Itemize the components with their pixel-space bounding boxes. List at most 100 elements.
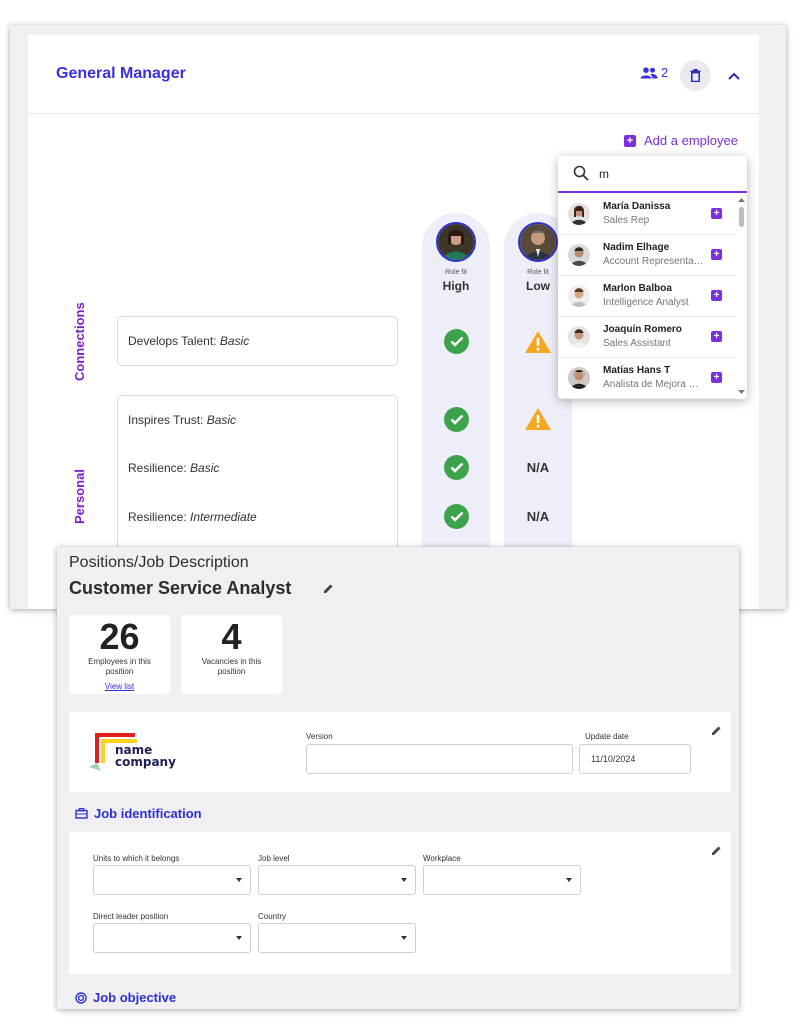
employee-avatar[interactable]	[436, 222, 476, 262]
units-select[interactable]	[93, 865, 251, 895]
skill-name: Inspires Trust:	[128, 413, 207, 427]
add-icon[interactable]: +	[711, 331, 722, 342]
skill-level: Basic	[219, 334, 250, 348]
skill-level: Basic	[190, 461, 220, 475]
avatar	[568, 203, 590, 225]
vacancies-stat-card: 4 Vacancies in this position	[181, 615, 282, 694]
company-logo-line2: company	[113, 755, 178, 769]
position-title: General Manager	[56, 65, 186, 82]
check-circle-icon	[444, 407, 469, 432]
page-title: Customer Service Analyst	[69, 578, 292, 598]
search-input[interactable]: m	[599, 167, 609, 181]
dropdown-scrollbar[interactable]	[736, 196, 747, 399]
people-count-value: 2	[661, 65, 669, 80]
add-employee-button[interactable]: + Add a employee	[624, 133, 738, 148]
add-icon[interactable]: +	[711, 290, 722, 301]
people-icon	[640, 66, 658, 78]
avatar	[568, 285, 590, 307]
add-icon[interactable]: +	[711, 249, 722, 260]
avatar	[568, 367, 590, 389]
skill-resilience-intermediate: Resilience: Intermediate	[128, 510, 257, 524]
result-name: Marlon Balboa	[603, 283, 672, 294]
employee-avatar[interactable]	[518, 222, 558, 262]
job-level-select[interactable]	[258, 865, 416, 895]
job-objective-title: Job objective	[93, 990, 177, 1005]
warning-icon	[524, 407, 552, 436]
dropdown-arrow-icon	[566, 878, 572, 882]
edit-title-button[interactable]	[323, 581, 334, 599]
list-item[interactable]: María Danissa Sales Rep +	[558, 194, 736, 235]
avatar	[568, 244, 590, 266]
country-select[interactable]	[258, 923, 416, 953]
result-role: Sales Assistant	[603, 338, 671, 349]
breadcrumb: Positions/Job Description	[69, 554, 249, 571]
warning-icon	[524, 330, 552, 359]
job-description-panel: Positions/Job Description Customer Servi…	[57, 547, 739, 1009]
check-circle-icon	[444, 455, 469, 480]
scroll-down-arrow-icon[interactable]	[736, 388, 747, 396]
scrollbar-thumb[interactable]	[739, 207, 744, 227]
edit-info-button[interactable]	[711, 723, 722, 741]
add-icon[interactable]: +	[711, 208, 722, 219]
workplace-select[interactable]	[423, 865, 581, 895]
people-count-button[interactable]: 2	[640, 65, 668, 80]
result-name: Matías Hans T	[603, 365, 671, 376]
pencil-icon	[712, 726, 721, 735]
avatar-photo-icon	[520, 224, 556, 260]
employee-search-field[interactable]: m	[558, 156, 747, 193]
edit-job-identification-button[interactable]	[711, 843, 722, 861]
check-circle-icon	[444, 329, 469, 354]
skill-level: Basic	[206, 413, 237, 427]
direct-leader-select[interactable]	[93, 923, 251, 953]
list-item[interactable]: Marlon Balboa Intelligence Analyst +	[558, 276, 736, 317]
skill-resilience-basic: Resilience: Basic	[128, 461, 219, 475]
scroll-up-arrow-icon[interactable]	[736, 196, 747, 204]
result-role: Account Representative	[603, 256, 705, 267]
list-item[interactable]: Nadim Elhage Account Representative +	[558, 235, 736, 276]
list-item[interactable]: Joaquín Romero Sales Assistant +	[558, 317, 736, 358]
result-role: Intelligence Analyst	[603, 297, 689, 308]
list-item[interactable]: Matías Hans T Analista de Mejora Continu…	[558, 358, 736, 399]
dropdown-arrow-icon	[401, 936, 407, 940]
update-date-value: 11/10/2024	[591, 754, 636, 764]
units-label: Units to which it belongs	[93, 854, 180, 863]
role-fit-value: High	[442, 279, 470, 293]
briefcase-icon	[75, 808, 88, 819]
target-icon	[75, 991, 87, 1004]
update-date-field[interactable]: 11/10/2024	[579, 744, 691, 774]
job-objective-header[interactable]: Job objective	[75, 990, 176, 1005]
job-identification-title: Job identification	[94, 806, 202, 821]
dropdown-arrow-icon	[401, 878, 407, 882]
employees-count: 26	[99, 616, 140, 657]
delete-button[interactable]	[680, 60, 711, 91]
employee-search-dropdown: m María Danissa Sales Rep + Nadim Elhage…	[558, 156, 747, 399]
trash-icon	[690, 69, 701, 82]
skill-group-connections: Develops Talent: Basic	[117, 316, 398, 366]
result-name: Nadim Elhage	[603, 242, 670, 253]
check-circle-icon	[444, 504, 469, 529]
view-list-link[interactable]: View list	[69, 682, 170, 691]
skill-inspires-trust: Inspires Trust: Basic	[128, 413, 236, 427]
skill-name: Resilience:	[128, 510, 191, 524]
not-applicable-value: N/A	[526, 460, 550, 475]
category-label-personal: Personal	[72, 469, 87, 524]
pencil-icon	[324, 584, 333, 593]
job-level-label: Job level	[258, 854, 290, 863]
employees-stat-card: 26 Employees in this position View list	[69, 615, 170, 694]
add-icon[interactable]: +	[711, 372, 722, 383]
search-icon	[573, 165, 589, 181]
result-role: Sales Rep	[603, 215, 650, 226]
collapse-button[interactable]	[728, 67, 740, 85]
category-label-connections: Connections	[72, 302, 87, 381]
job-identification-header[interactable]: Job identification	[75, 806, 202, 821]
result-name: Joaquín Romero	[603, 324, 682, 335]
skill-develops-talent: Develops Talent: Basic	[128, 334, 249, 348]
vacancies-label: Vacancies in this position	[201, 657, 262, 676]
dropdown-arrow-icon	[236, 936, 242, 940]
document-info-card: name company Version Update date 11/10/2…	[69, 712, 731, 792]
dropdown-arrow-icon	[236, 878, 242, 882]
version-field[interactable]	[306, 744, 573, 774]
not-applicable-value: N/A	[526, 509, 550, 524]
avatar	[568, 326, 590, 348]
company-logo-text: name company	[113, 744, 178, 768]
